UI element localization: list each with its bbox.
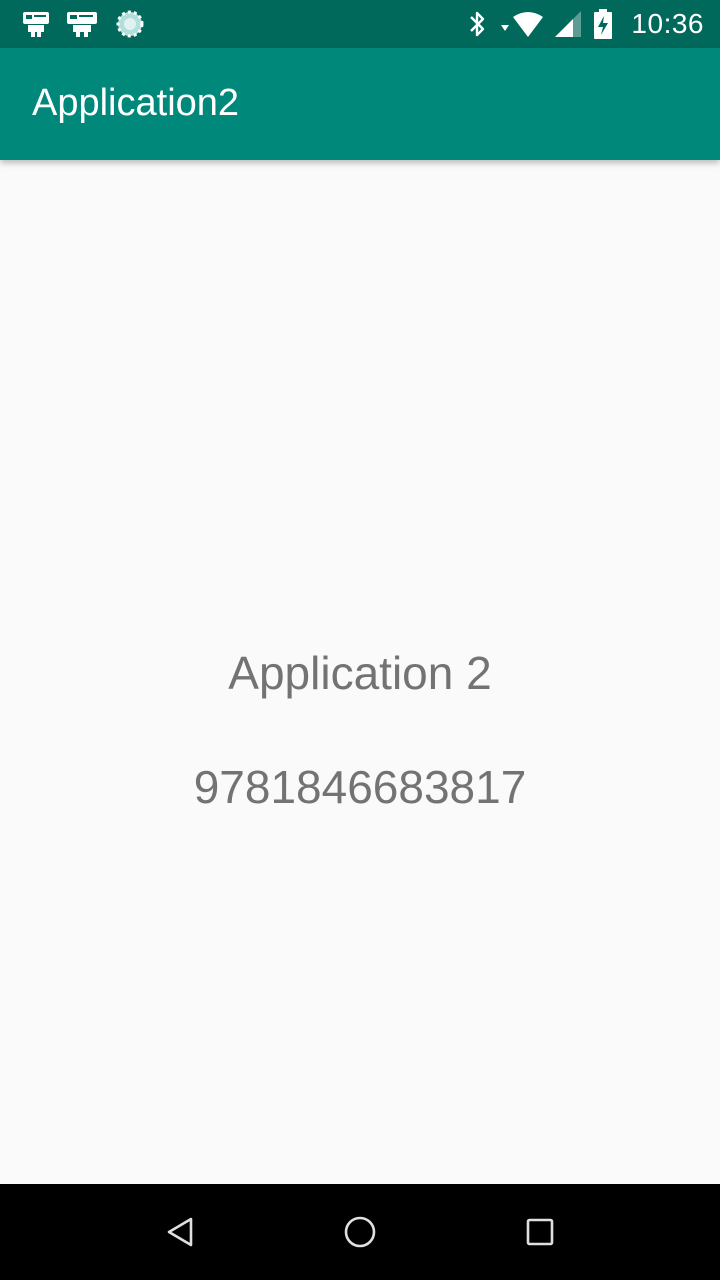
home-icon [344, 1216, 376, 1248]
status-bar: 10:36 [0, 0, 720, 48]
isbn-number-text: 9781846683817 [193, 761, 527, 813]
wifi-icon [497, 9, 544, 39]
recents-button[interactable] [516, 1208, 564, 1256]
back-icon [167, 1217, 193, 1247]
main-content: Application 2 9781846683817 [0, 160, 720, 1184]
battery-charging-icon [593, 8, 613, 40]
screen: 10:36 Application2 Application 2 9781846… [0, 0, 720, 1280]
system-icons: 10:36 [467, 0, 704, 48]
notification-icons [22, 9, 144, 39]
signal-icon [553, 9, 583, 39]
notification-app-icon [22, 10, 50, 38]
recents-icon [526, 1218, 554, 1246]
home-button[interactable] [336, 1208, 384, 1256]
status-time: 10:36 [631, 8, 704, 39]
back-button[interactable] [156, 1208, 204, 1256]
notification-app-icon-2 [66, 10, 100, 38]
app-title: Application2 [32, 82, 240, 124]
navigation-bar [0, 1184, 720, 1280]
app-bar: Application2 [0, 48, 720, 160]
sync-spinner-icon [116, 10, 144, 38]
application-name-text: Application 2 [228, 647, 492, 699]
bluetooth-icon [467, 9, 487, 39]
